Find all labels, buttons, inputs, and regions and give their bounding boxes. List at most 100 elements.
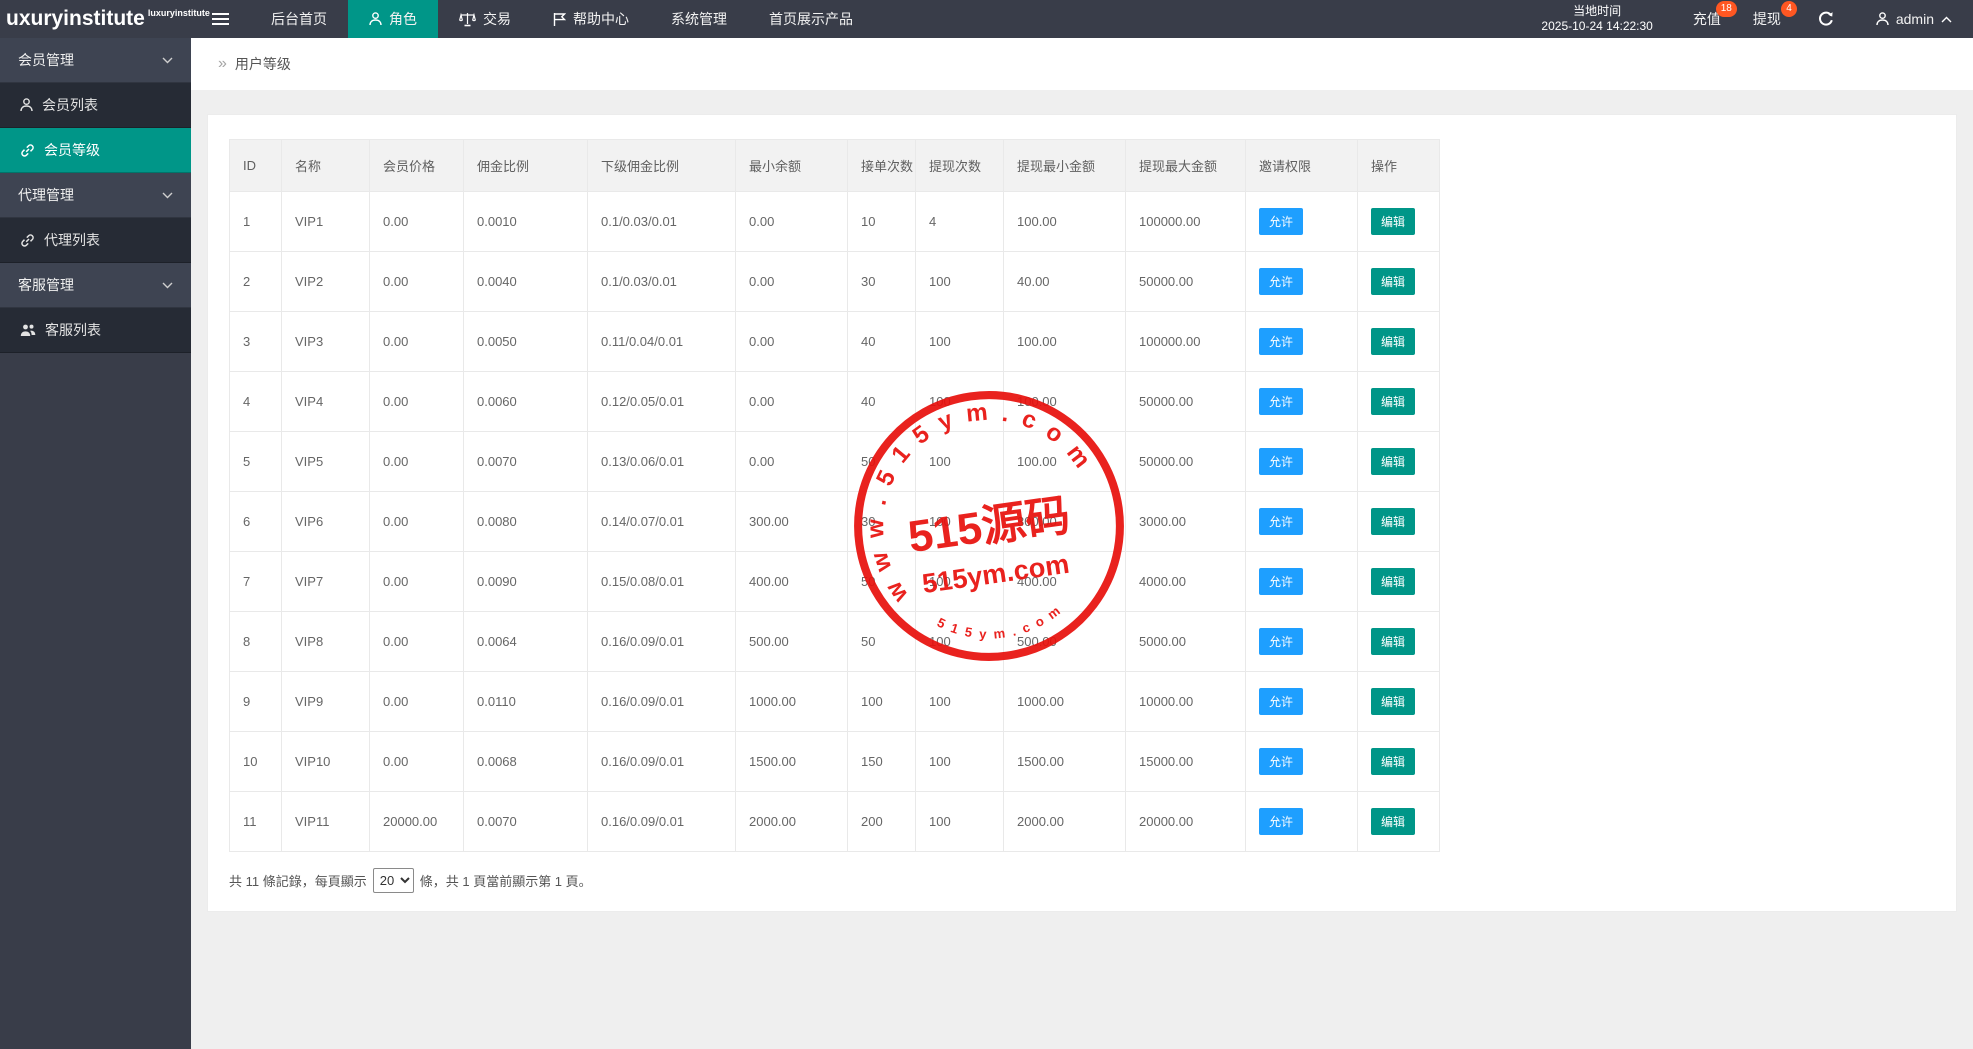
person-icon bbox=[20, 98, 33, 112]
logo-superscript: luxuryinstitute bbox=[148, 8, 210, 18]
column-header: 提现次数 bbox=[916, 140, 1004, 192]
table-cell: VIP2 bbox=[282, 252, 370, 312]
nav-item-home-products[interactable]: 首页展示产品 bbox=[748, 0, 874, 38]
table-cell: 100 bbox=[916, 252, 1004, 312]
nav-item-system[interactable]: 系统管理 bbox=[650, 0, 748, 38]
sidebar-item-member-list[interactable]: 会员列表 bbox=[0, 83, 191, 128]
allow-button[interactable]: 允许 bbox=[1259, 388, 1303, 415]
invite-permission-cell: 允许 bbox=[1246, 792, 1358, 852]
table-cell: 0.0070 bbox=[464, 432, 588, 492]
allow-button[interactable]: 允许 bbox=[1259, 208, 1303, 235]
sidebar-group-service-management[interactable]: 客服管理 bbox=[0, 263, 191, 308]
table-cell: 100 bbox=[916, 612, 1004, 672]
table-row: 8VIP80.000.00640.16/0.09/0.01500.0050100… bbox=[230, 612, 1440, 672]
table-cell: 0.0070 bbox=[464, 792, 588, 852]
recharge-button[interactable]: 充值 18 bbox=[1677, 0, 1737, 38]
withdraw-button[interactable]: 提现 4 bbox=[1737, 0, 1797, 38]
allow-button[interactable]: 允许 bbox=[1259, 448, 1303, 475]
table-cell: 0.00 bbox=[370, 432, 464, 492]
link-icon bbox=[20, 233, 35, 248]
table-cell: 5 bbox=[230, 432, 282, 492]
allow-button[interactable]: 允许 bbox=[1259, 688, 1303, 715]
action-cell: 编辑 bbox=[1358, 252, 1440, 312]
table-cell: 0.0068 bbox=[464, 732, 588, 792]
nav-item-trade[interactable]: 交易 bbox=[438, 0, 532, 38]
hamburger-button[interactable] bbox=[191, 0, 250, 38]
scales-icon bbox=[459, 12, 476, 27]
table-cell: 500.00 bbox=[1004, 612, 1126, 672]
pagination: 共 11 條記錄，每頁顯示 20 條，共 1 頁當前顯示第 1 頁。 bbox=[229, 868, 1956, 911]
table-cell: 0.00 bbox=[370, 192, 464, 252]
action-cell: 编辑 bbox=[1358, 672, 1440, 732]
table-cell: 100.00 bbox=[1004, 192, 1126, 252]
chevron-up-icon bbox=[1941, 16, 1952, 23]
action-cell: 编辑 bbox=[1358, 792, 1440, 852]
allow-button[interactable]: 允许 bbox=[1259, 568, 1303, 595]
table-row: 3VIP30.000.00500.11/0.04/0.010.004010010… bbox=[230, 312, 1440, 372]
invite-permission-cell: 允许 bbox=[1246, 672, 1358, 732]
table-cell: 0.1/0.03/0.01 bbox=[588, 252, 736, 312]
allow-button[interactable]: 允许 bbox=[1259, 808, 1303, 835]
edit-button[interactable]: 编辑 bbox=[1371, 508, 1415, 535]
logo-text: uxuryinstitute bbox=[6, 7, 145, 31]
table-cell: 50 bbox=[848, 432, 916, 492]
edit-button[interactable]: 编辑 bbox=[1371, 328, 1415, 355]
table-cell: VIP7 bbox=[282, 552, 370, 612]
table-cell: 400.00 bbox=[736, 552, 848, 612]
table-cell: VIP10 bbox=[282, 732, 370, 792]
allow-button[interactable]: 允许 bbox=[1259, 328, 1303, 355]
edit-button[interactable]: 编辑 bbox=[1371, 808, 1415, 835]
sidebar-item-agent-list[interactable]: 代理列表 bbox=[0, 218, 191, 263]
table-cell: 0.0080 bbox=[464, 492, 588, 552]
table-row: 2VIP20.000.00400.1/0.03/0.010.003010040.… bbox=[230, 252, 1440, 312]
table-cell: 100 bbox=[916, 732, 1004, 792]
nav-item-help-center[interactable]: 帮助中心 bbox=[532, 0, 650, 38]
action-cell: 编辑 bbox=[1358, 372, 1440, 432]
page-size-select[interactable]: 20 bbox=[373, 868, 414, 893]
edit-button[interactable]: 编辑 bbox=[1371, 688, 1415, 715]
edit-button[interactable]: 编辑 bbox=[1371, 388, 1415, 415]
table-cell: 30 bbox=[848, 492, 916, 552]
table-cell: 0.1/0.03/0.01 bbox=[588, 192, 736, 252]
time-value: 2025-10-24 14:22:30 bbox=[1541, 19, 1652, 34]
table-cell: 20000.00 bbox=[370, 792, 464, 852]
sidebar-item-service-list[interactable]: 客服列表 bbox=[0, 308, 191, 353]
table-header-row: ID名称会员价格佣金比例下级佣金比例最小余额接单次数提现次数提现最小金额提现最大… bbox=[230, 140, 1440, 192]
table-row: 10VIP100.000.00680.16/0.09/0.011500.0015… bbox=[230, 732, 1440, 792]
edit-button[interactable]: 编辑 bbox=[1371, 748, 1415, 775]
edit-button[interactable]: 编辑 bbox=[1371, 448, 1415, 475]
action-cell: 编辑 bbox=[1358, 492, 1440, 552]
allow-button[interactable]: 允许 bbox=[1259, 748, 1303, 775]
refresh-icon bbox=[1818, 11, 1834, 27]
local-time: 当地时间 2025-10-24 14:22:30 bbox=[1517, 0, 1676, 38]
sidebar-group-agent-management[interactable]: 代理管理 bbox=[0, 173, 191, 218]
table-cell: 0.00 bbox=[370, 492, 464, 552]
table-cell: VIP1 bbox=[282, 192, 370, 252]
table-row: 1VIP10.000.00100.1/0.03/0.010.00104100.0… bbox=[230, 192, 1440, 252]
table-cell: 7 bbox=[230, 552, 282, 612]
edit-button[interactable]: 编辑 bbox=[1371, 568, 1415, 595]
table-cell: 100 bbox=[916, 492, 1004, 552]
table-row: 7VIP70.000.00900.15/0.08/0.01400.0050100… bbox=[230, 552, 1440, 612]
sidebar-group-member-management[interactable]: 会员管理 bbox=[0, 38, 191, 83]
action-cell: 编辑 bbox=[1358, 432, 1440, 492]
table-cell: 0.00 bbox=[370, 732, 464, 792]
table-cell: 2 bbox=[230, 252, 282, 312]
edit-button[interactable]: 编辑 bbox=[1371, 628, 1415, 655]
table-cell: 0.00 bbox=[370, 552, 464, 612]
user-menu[interactable]: admin bbox=[1855, 0, 1973, 38]
allow-button[interactable]: 允许 bbox=[1259, 508, 1303, 535]
edit-button[interactable]: 编辑 bbox=[1371, 268, 1415, 295]
table-cell: 100 bbox=[916, 372, 1004, 432]
nav-item-dashboard[interactable]: 后台首页 bbox=[250, 0, 348, 38]
sidebar-item-member-level[interactable]: 会员等级 bbox=[0, 128, 191, 173]
table-cell: 100.00 bbox=[1004, 432, 1126, 492]
refresh-button[interactable] bbox=[1797, 0, 1855, 38]
edit-button[interactable]: 编辑 bbox=[1371, 208, 1415, 235]
table-cell: 8 bbox=[230, 612, 282, 672]
nav-item-roles[interactable]: 角色 bbox=[348, 0, 438, 38]
table-cell: VIP8 bbox=[282, 612, 370, 672]
allow-button[interactable]: 允许 bbox=[1259, 628, 1303, 655]
allow-button[interactable]: 允许 bbox=[1259, 268, 1303, 295]
table-cell: 100.00 bbox=[1004, 312, 1126, 372]
